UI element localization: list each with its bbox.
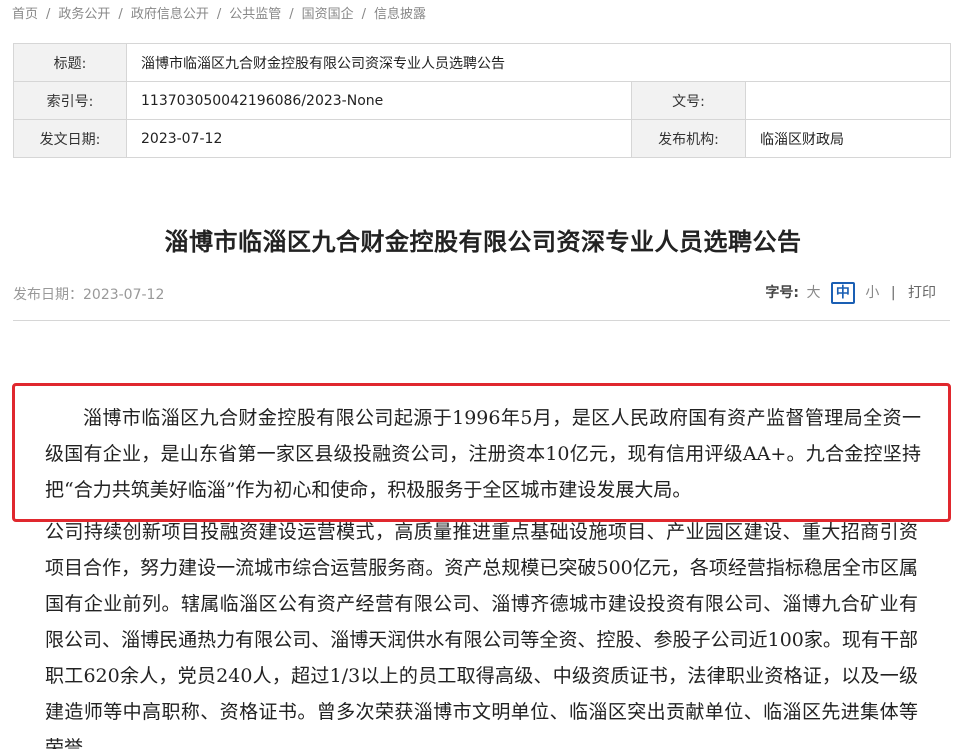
font-size-small-button[interactable]: 小	[865, 285, 879, 301]
breadcrumb-separator: /	[216, 7, 222, 22]
meta-index-label: 索引号:	[13, 81, 127, 120]
breadcrumb-home[interactable]: 首页	[12, 7, 38, 22]
highlighted-paragraph: 淄博市临淄区九合财金控股有限公司起源于1996年5月，是区人民政府国有资产监督管…	[45, 407, 921, 501]
meta-doc-no-value	[744, 81, 952, 120]
meta-date-label: 发文日期:	[13, 119, 127, 158]
toolbar-divider: |	[890, 285, 896, 301]
print-button[interactable]: 打印	[908, 285, 936, 301]
article-tools: 字号: 大 中 小 | 打印	[765, 282, 936, 304]
font-size-label: 字号:	[765, 285, 800, 301]
meta-row-title: 标题: 淄博市临淄区九合财金控股有限公司资深专业人员选聘公告	[13, 43, 952, 82]
breadcrumb-state-assets[interactable]: 国资国企	[302, 7, 354, 22]
meta-date-value: 2023-07-12	[126, 119, 632, 158]
publish-date: 发布日期：2023-07-12	[13, 287, 165, 303]
breadcrumb-public-supervision[interactable]: 公共监管	[229, 7, 281, 22]
highlighted-text: 淄博市临淄区九合财金控股有限公司起源于1996年5月，是区人民政府国有资产监督管…	[45, 400, 921, 508]
document-meta-table: 标题: 淄博市临淄区九合财金控股有限公司资深专业人员选聘公告 索引号: 1137…	[13, 43, 952, 158]
breadcrumb-separator: /	[118, 7, 123, 22]
meta-title-label: 标题:	[13, 43, 127, 82]
breadcrumb-info-disclosure[interactable]: 信息披露	[374, 7, 426, 22]
meta-title-value: 淄博市临淄区九合财金控股有限公司资深专业人员选聘公告	[125, 43, 952, 82]
meta-index-value: 113703050042196086/2023-None	[126, 81, 632, 120]
meta-org-label: 发布机构:	[631, 119, 746, 158]
breadcrumb-gov-affairs[interactable]: 政务公开	[58, 7, 110, 22]
breadcrumb-gov-info[interactable]: 政府信息公开	[131, 7, 209, 22]
breadcrumb: 首页 / 政务公开 / 政府信息公开 / 公共监管 / 国资国企 / 信息披露	[12, 3, 426, 22]
article-body: 公司持续创新项目投融资建设运营模式，高质量推进重点基础设施项目、产业园区建设、重…	[45, 514, 918, 749]
font-size-medium-button[interactable]: 中	[830, 282, 855, 304]
meta-row-index: 索引号: 113703050042196086/2023-None 文号:	[13, 81, 952, 120]
breadcrumb-separator: /	[361, 7, 367, 22]
article-title: 淄博市临淄区九合财金控股有限公司资深专业人员选聘公告	[164, 228, 802, 256]
body-paragraph: 公司持续创新项目投融资建设运营模式，高质量推进重点基础设施项目、产业园区建设、重…	[45, 521, 918, 749]
meta-row-date: 发文日期: 2023-07-12 发布机构: 临淄区财政局	[13, 119, 952, 158]
highlight-annotation-box: 淄博市临淄区九合财金控股有限公司起源于1996年5月，是区人民政府国有资产监督管…	[12, 383, 951, 522]
meta-org-value: 临淄区财政局	[744, 119, 952, 158]
meta-doc-no-label: 文号:	[631, 81, 746, 120]
page: 首页 / 政务公开 / 政府信息公开 / 公共监管 / 国资国企 / 信息披露 标题: 淄博市临淄区…	[0, 0, 966, 749]
article-info-bar: 发布日期：2023-07-12 字号: 大 中 小 | 打印	[13, 282, 950, 321]
breadcrumb-separator: /	[46, 7, 51, 22]
font-size-large-button[interactable]: 大	[806, 285, 820, 301]
breadcrumb-separator: /	[289, 7, 294, 22]
